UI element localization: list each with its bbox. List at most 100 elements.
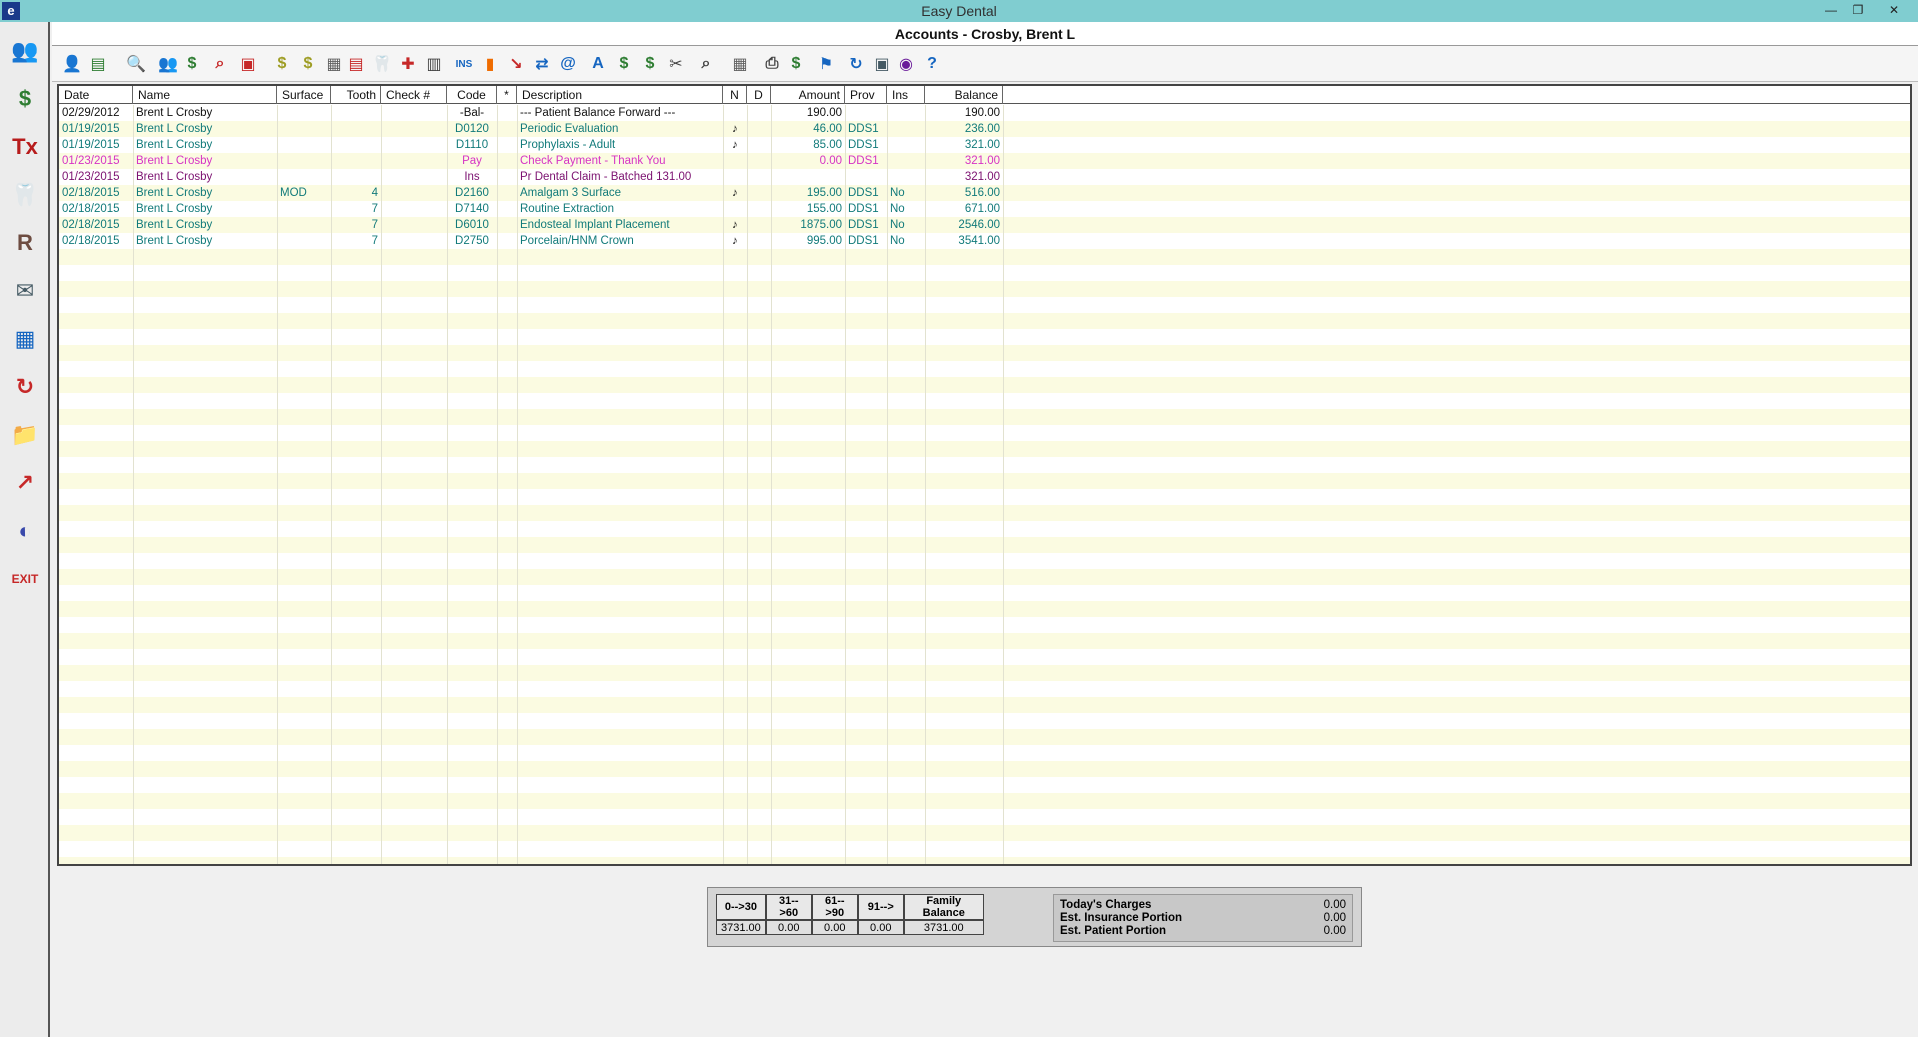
- cell-check: [381, 137, 447, 153]
- restore-icon[interactable]: ❐: [1847, 2, 1869, 18]
- table-row[interactable]: 01/23/2015 Brent L Crosby Pay Check Payment…: [59, 153, 1059, 169]
- aging-header: 0-->30: [716, 894, 766, 920]
- estimates-panel: Today's Charges 0.00 Est. Insurance Portio…: [1053, 894, 1353, 942]
- cell-ins: No: [890, 203, 905, 215]
- cell-check: [381, 121, 447, 137]
- prescription-icon[interactable]: R: [4, 222, 46, 264]
- cell-surface: [277, 121, 331, 137]
- cell-balance: 321.00: [964, 171, 1000, 183]
- text-icon[interactable]: A: [586, 52, 610, 76]
- column-header-name[interactable]: Name: [133, 86, 277, 104]
- insurance-card-icon[interactable]: ▣: [236, 52, 260, 76]
- cell-n: ♪: [732, 139, 738, 151]
- cell-amount: 995.00: [806, 235, 842, 247]
- table-row[interactable]: 01/23/2015 Brent L Crosby Ins Pr Dental Cla…: [59, 169, 1059, 185]
- medical-alert-icon[interactable]: ✚: [396, 52, 420, 76]
- account-info-icon[interactable]: ▤: [86, 52, 110, 76]
- family-icon[interactable]: 👥: [156, 52, 180, 76]
- internet-icon[interactable]: ◐: [4, 510, 46, 552]
- finance-charge-icon[interactable]: $: [638, 52, 662, 76]
- table-row[interactable]: 02/18/2015 Brent L Crosby 7 D2750 Porcelain/…: [59, 233, 1059, 249]
- accounts-window: Accounts - Crosby, Brent L 👤 ▤ 🔍 👥 $ ⌕ ▣ $ $ ▦ ▤ 🦷 ✚…: [52, 22, 1918, 1037]
- table-row[interactable]: 02/18/2015 Brent L Crosby 7 D7140 Routine Ex…: [59, 201, 1059, 217]
- cell-n: ♪: [732, 235, 738, 247]
- enter-payment-icon[interactable]: $: [296, 52, 320, 76]
- payment-icon[interactable]: $: [180, 52, 204, 76]
- calendar-icon[interactable]: ▦: [728, 52, 752, 76]
- column-header-star[interactable]: *: [497, 86, 517, 104]
- cell-amount: 1875.00: [800, 219, 842, 231]
- enter-charge-icon[interactable]: $: [270, 52, 294, 76]
- tools-icon[interactable]: ✂: [664, 52, 688, 76]
- table-row[interactable]: 02/18/2015 Brent L Crosby MOD 4 D2160 Amalgam…: [59, 185, 1059, 201]
- analysis-icon[interactable]: ↗: [4, 462, 46, 504]
- codes-icon[interactable]: 🦷: [370, 52, 394, 76]
- cell-date: 02/29/2012: [62, 107, 120, 119]
- web-icon[interactable]: ◉: [894, 52, 918, 76]
- clipboard-icon[interactable]: ▥: [422, 52, 446, 76]
- image-icon[interactable]: ▣: [870, 52, 894, 76]
- account-icon[interactable]: $: [4, 78, 46, 120]
- exit-icon[interactable]: EXIT: [4, 558, 46, 600]
- aging-value: 3731.00: [716, 920, 766, 935]
- refresh-icon[interactable]: ↻: [844, 52, 868, 76]
- column-header-code[interactable]: Code: [447, 86, 497, 104]
- cell-surface: [277, 169, 331, 185]
- zoom-icon[interactable]: ⌕: [694, 52, 718, 76]
- cell-tooth: 7: [371, 235, 378, 247]
- table-row[interactable]: 02/18/2015 Brent L Crosby 7 D6010 Endosteal …: [59, 217, 1059, 233]
- eclaim-icon[interactable]: ⇄: [530, 52, 554, 76]
- find-icon[interactable]: ⌕: [208, 52, 232, 76]
- reports-icon[interactable]: ▦: [4, 318, 46, 360]
- column-header-tooth[interactable]: Tooth: [331, 86, 381, 104]
- family-file-icon[interactable]: 👥: [4, 30, 46, 72]
- letters-icon[interactable]: ✉: [4, 270, 46, 312]
- chart-tooth-icon[interactable]: 🦷: [4, 174, 46, 216]
- column-header-balance[interactable]: Balance: [925, 86, 1003, 104]
- cell-prov: DDS1: [848, 235, 879, 247]
- estimate-value: 0.00: [1323, 925, 1346, 937]
- cell-description: Periodic Evaluation: [520, 123, 619, 135]
- billing-icon[interactable]: $: [612, 52, 636, 76]
- recall-icon[interactable]: ↻: [4, 366, 46, 408]
- column-header-d[interactable]: D: [747, 86, 771, 104]
- window-header: Accounts - Crosby, Brent L: [52, 22, 1918, 46]
- documents-folder-icon[interactable]: 📁: [4, 414, 46, 456]
- column-header-date[interactable]: Date: [59, 86, 133, 104]
- search-icon[interactable]: 🔍: [124, 52, 148, 76]
- column-header-n[interactable]: N: [723, 86, 747, 104]
- print-icon[interactable]: ⎙: [760, 52, 784, 76]
- cell-d: [747, 153, 771, 169]
- claim-icon[interactable]: ↘: [504, 52, 528, 76]
- cell-ins: [887, 137, 925, 153]
- flag-icon[interactable]: ⚑: [814, 52, 838, 76]
- help-icon[interactable]: ?: [920, 52, 944, 76]
- column-header-ins[interactable]: Ins: [887, 86, 925, 104]
- treatment-plan-icon[interactable]: Tx: [4, 126, 46, 168]
- cell-d: [747, 201, 771, 217]
- table-row[interactable]: 02/29/2012 Brent L Crosby -Bal- --- Patient…: [59, 105, 1059, 121]
- aging-table: 0-->30 31-->60 61-->90 91--> Family Balance …: [716, 894, 984, 935]
- minimize-icon[interactable]: —: [1820, 2, 1842, 18]
- table-row[interactable]: 01/19/2015 Brent L Crosby D1110 Prophylaxis…: [59, 137, 1059, 153]
- cell-star: [497, 201, 517, 217]
- column-header-description[interactable]: Description: [517, 86, 723, 104]
- cell-prov: DDS1: [848, 187, 879, 199]
- table-row[interactable]: 01/19/2015 Brent L Crosby D0120 Periodic Ev…: [59, 121, 1059, 137]
- column-header-check[interactable]: Check #: [381, 86, 447, 104]
- grid-body[interactable]: 02/29/2012 Brent L Crosby -Bal- --- Patient…: [59, 105, 1910, 864]
- insurance-icon[interactable]: INS: [452, 52, 476, 76]
- column-header-surface[interactable]: Surface: [277, 86, 331, 104]
- bar-chart-icon[interactable]: ▮: [478, 52, 502, 76]
- cell-star: [497, 105, 517, 121]
- cell-balance: 321.00: [964, 155, 1000, 167]
- select-patient-icon[interactable]: 👤: [60, 52, 84, 76]
- column-header-prov[interactable]: Prov: [845, 86, 887, 104]
- email-icon[interactable]: @: [556, 52, 580, 76]
- column-header-amount[interactable]: Amount: [771, 86, 845, 104]
- statement-icon[interactable]: ▤: [344, 52, 368, 76]
- calculator-icon[interactable]: ▦: [322, 52, 346, 76]
- cell-prov: DDS1: [848, 139, 879, 151]
- payment-plan-icon[interactable]: $: [784, 52, 808, 76]
- close-icon[interactable]: ✕: [1883, 2, 1905, 18]
